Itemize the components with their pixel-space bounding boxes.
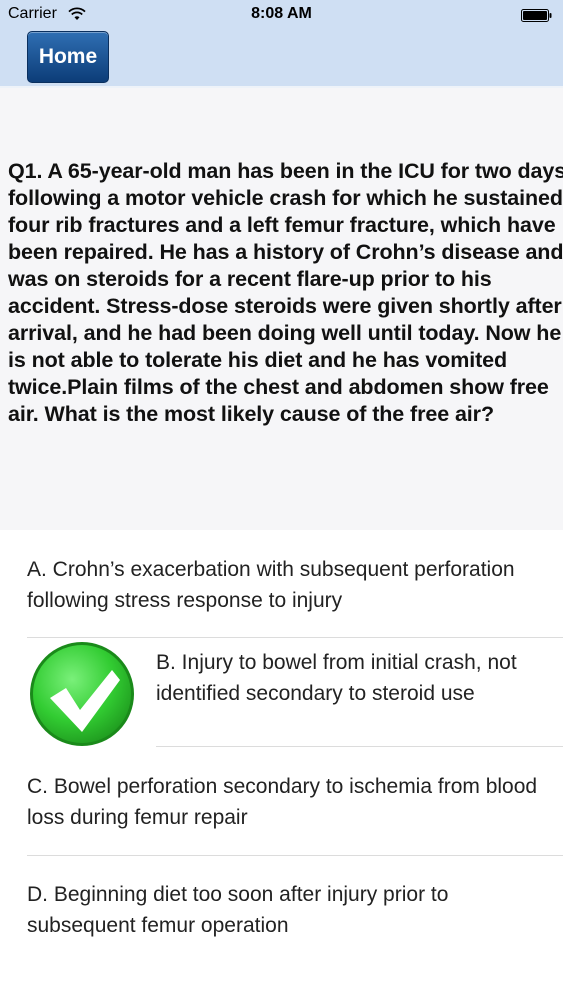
battery-icon [521, 9, 552, 22]
answer-option-b-text: B. Injury to bowel from initial crash, n… [156, 651, 517, 705]
answer-option-c-text: C. Bowel perforation secondary to ischem… [27, 775, 538, 829]
top-navigation-bar: Carrier 8:08 AM Home [0, 0, 563, 86]
question-panel: Q1. A 65-year-old man has been in the IC… [0, 88, 563, 530]
answer-option-d-text: D. Beginning diet too soon after injury … [27, 883, 449, 937]
green-check-icon [30, 642, 134, 746]
status-time: 8:08 AM [251, 5, 312, 22]
answer-option-c[interactable]: C. Bowel perforation secondary to ischem… [0, 747, 563, 855]
answer-option-a[interactable]: A. Crohn’s exacerbation with subsequent … [0, 530, 563, 637]
answer-option-d[interactable]: D. Beginning diet too soon after injury … [0, 856, 563, 964]
home-button[interactable]: Home [27, 31, 109, 83]
question-text: Q1. A 65-year-old man has been in the IC… [8, 159, 563, 426]
status-bar: Carrier 8:08 AM [0, 0, 563, 30]
answer-option-a-text: A. Crohn’s exacerbation with subsequent … [27, 558, 515, 612]
